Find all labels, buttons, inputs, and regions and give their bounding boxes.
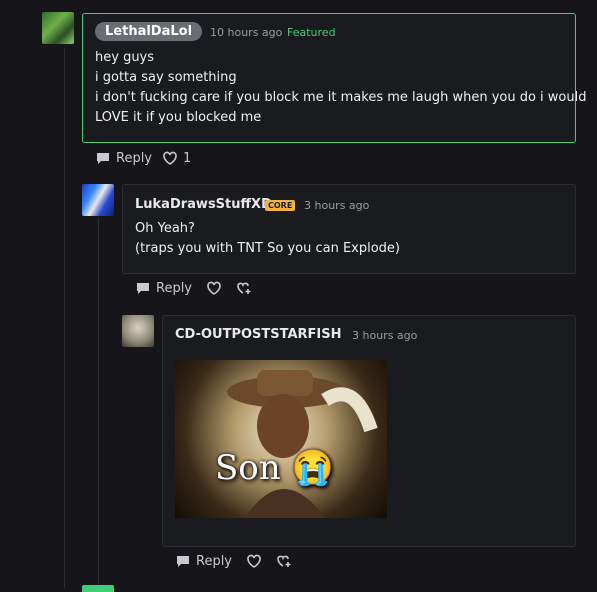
comment-actions: Reply bbox=[175, 553, 292, 569]
chat-bubble-icon bbox=[97, 153, 109, 164]
reply-button[interactable]: Reply bbox=[175, 553, 232, 569]
comment-line: i don't fucking care if you block me it … bbox=[95, 90, 587, 105]
reply-label: Reply bbox=[156, 280, 193, 296]
gif-caption: Son 😭 bbox=[215, 448, 334, 488]
comment-line: Oh Yeah? bbox=[135, 221, 195, 236]
comment-card-featured: LethalDaLol 10 hours ago Featured hey gu… bbox=[82, 13, 587, 143]
comment-actions: Reply bbox=[135, 280, 252, 296]
gif-image[interactable]: Son 😭 bbox=[175, 360, 387, 518]
reply-label: Reply bbox=[116, 150, 153, 166]
timestamp: 3 hours ago bbox=[304, 199, 370, 212]
like-button[interactable] bbox=[246, 553, 262, 569]
react-button[interactable] bbox=[276, 553, 292, 569]
gif-figure bbox=[227, 370, 378, 518]
add-reaction-icon bbox=[237, 282, 251, 294]
heart-icon bbox=[163, 151, 177, 165]
heart-icon bbox=[207, 281, 221, 295]
comment-line: LOVE it if you blocked me bbox=[95, 110, 262, 125]
reply-button[interactable]: Reply bbox=[95, 150, 152, 166]
thread-line bbox=[64, 48, 65, 588]
reply-button[interactable]: Reply bbox=[135, 280, 192, 296]
chat-bubble-icon bbox=[137, 283, 149, 294]
username[interactable]: CD-OUTPOSTSTARFISH bbox=[175, 327, 342, 342]
like-button[interactable] bbox=[206, 280, 222, 296]
core-badge: CORE bbox=[265, 200, 296, 211]
next-comment-avatar[interactable] bbox=[82, 585, 114, 592]
avatar[interactable] bbox=[82, 184, 114, 216]
featured-badge: Featured bbox=[287, 26, 336, 39]
thread-line bbox=[98, 218, 99, 588]
heart-icon bbox=[247, 554, 261, 568]
comment-line: (traps you with TNT So you can Explode) bbox=[135, 241, 400, 256]
avatar[interactable] bbox=[122, 315, 154, 347]
like-button[interactable]: 1 bbox=[162, 150, 191, 166]
react-button[interactable] bbox=[236, 280, 252, 296]
comment-actions: Reply 1 bbox=[95, 150, 191, 166]
comment-line: hey guys bbox=[95, 50, 155, 65]
username[interactable]: LukaDrawsStuffXD bbox=[135, 197, 272, 212]
add-reaction-icon bbox=[277, 555, 291, 567]
username[interactable]: LethalDaLol bbox=[95, 22, 203, 41]
comment-card: CD-OUTPOSTSTARFISH 3 hours ago Son 😭 bbox=[162, 315, 576, 547]
like-count: 1 bbox=[183, 150, 192, 166]
comment-line: i gotta say something bbox=[95, 70, 237, 85]
timestamp: 10 hours ago bbox=[210, 26, 283, 39]
reply-label: Reply bbox=[196, 553, 233, 569]
chat-bubble-icon bbox=[177, 556, 189, 567]
comment-card: LukaDrawsStuffXD CORE 3 hours ago Oh Yea… bbox=[122, 184, 576, 274]
avatar[interactable] bbox=[42, 12, 74, 44]
timestamp: 3 hours ago bbox=[352, 329, 418, 342]
